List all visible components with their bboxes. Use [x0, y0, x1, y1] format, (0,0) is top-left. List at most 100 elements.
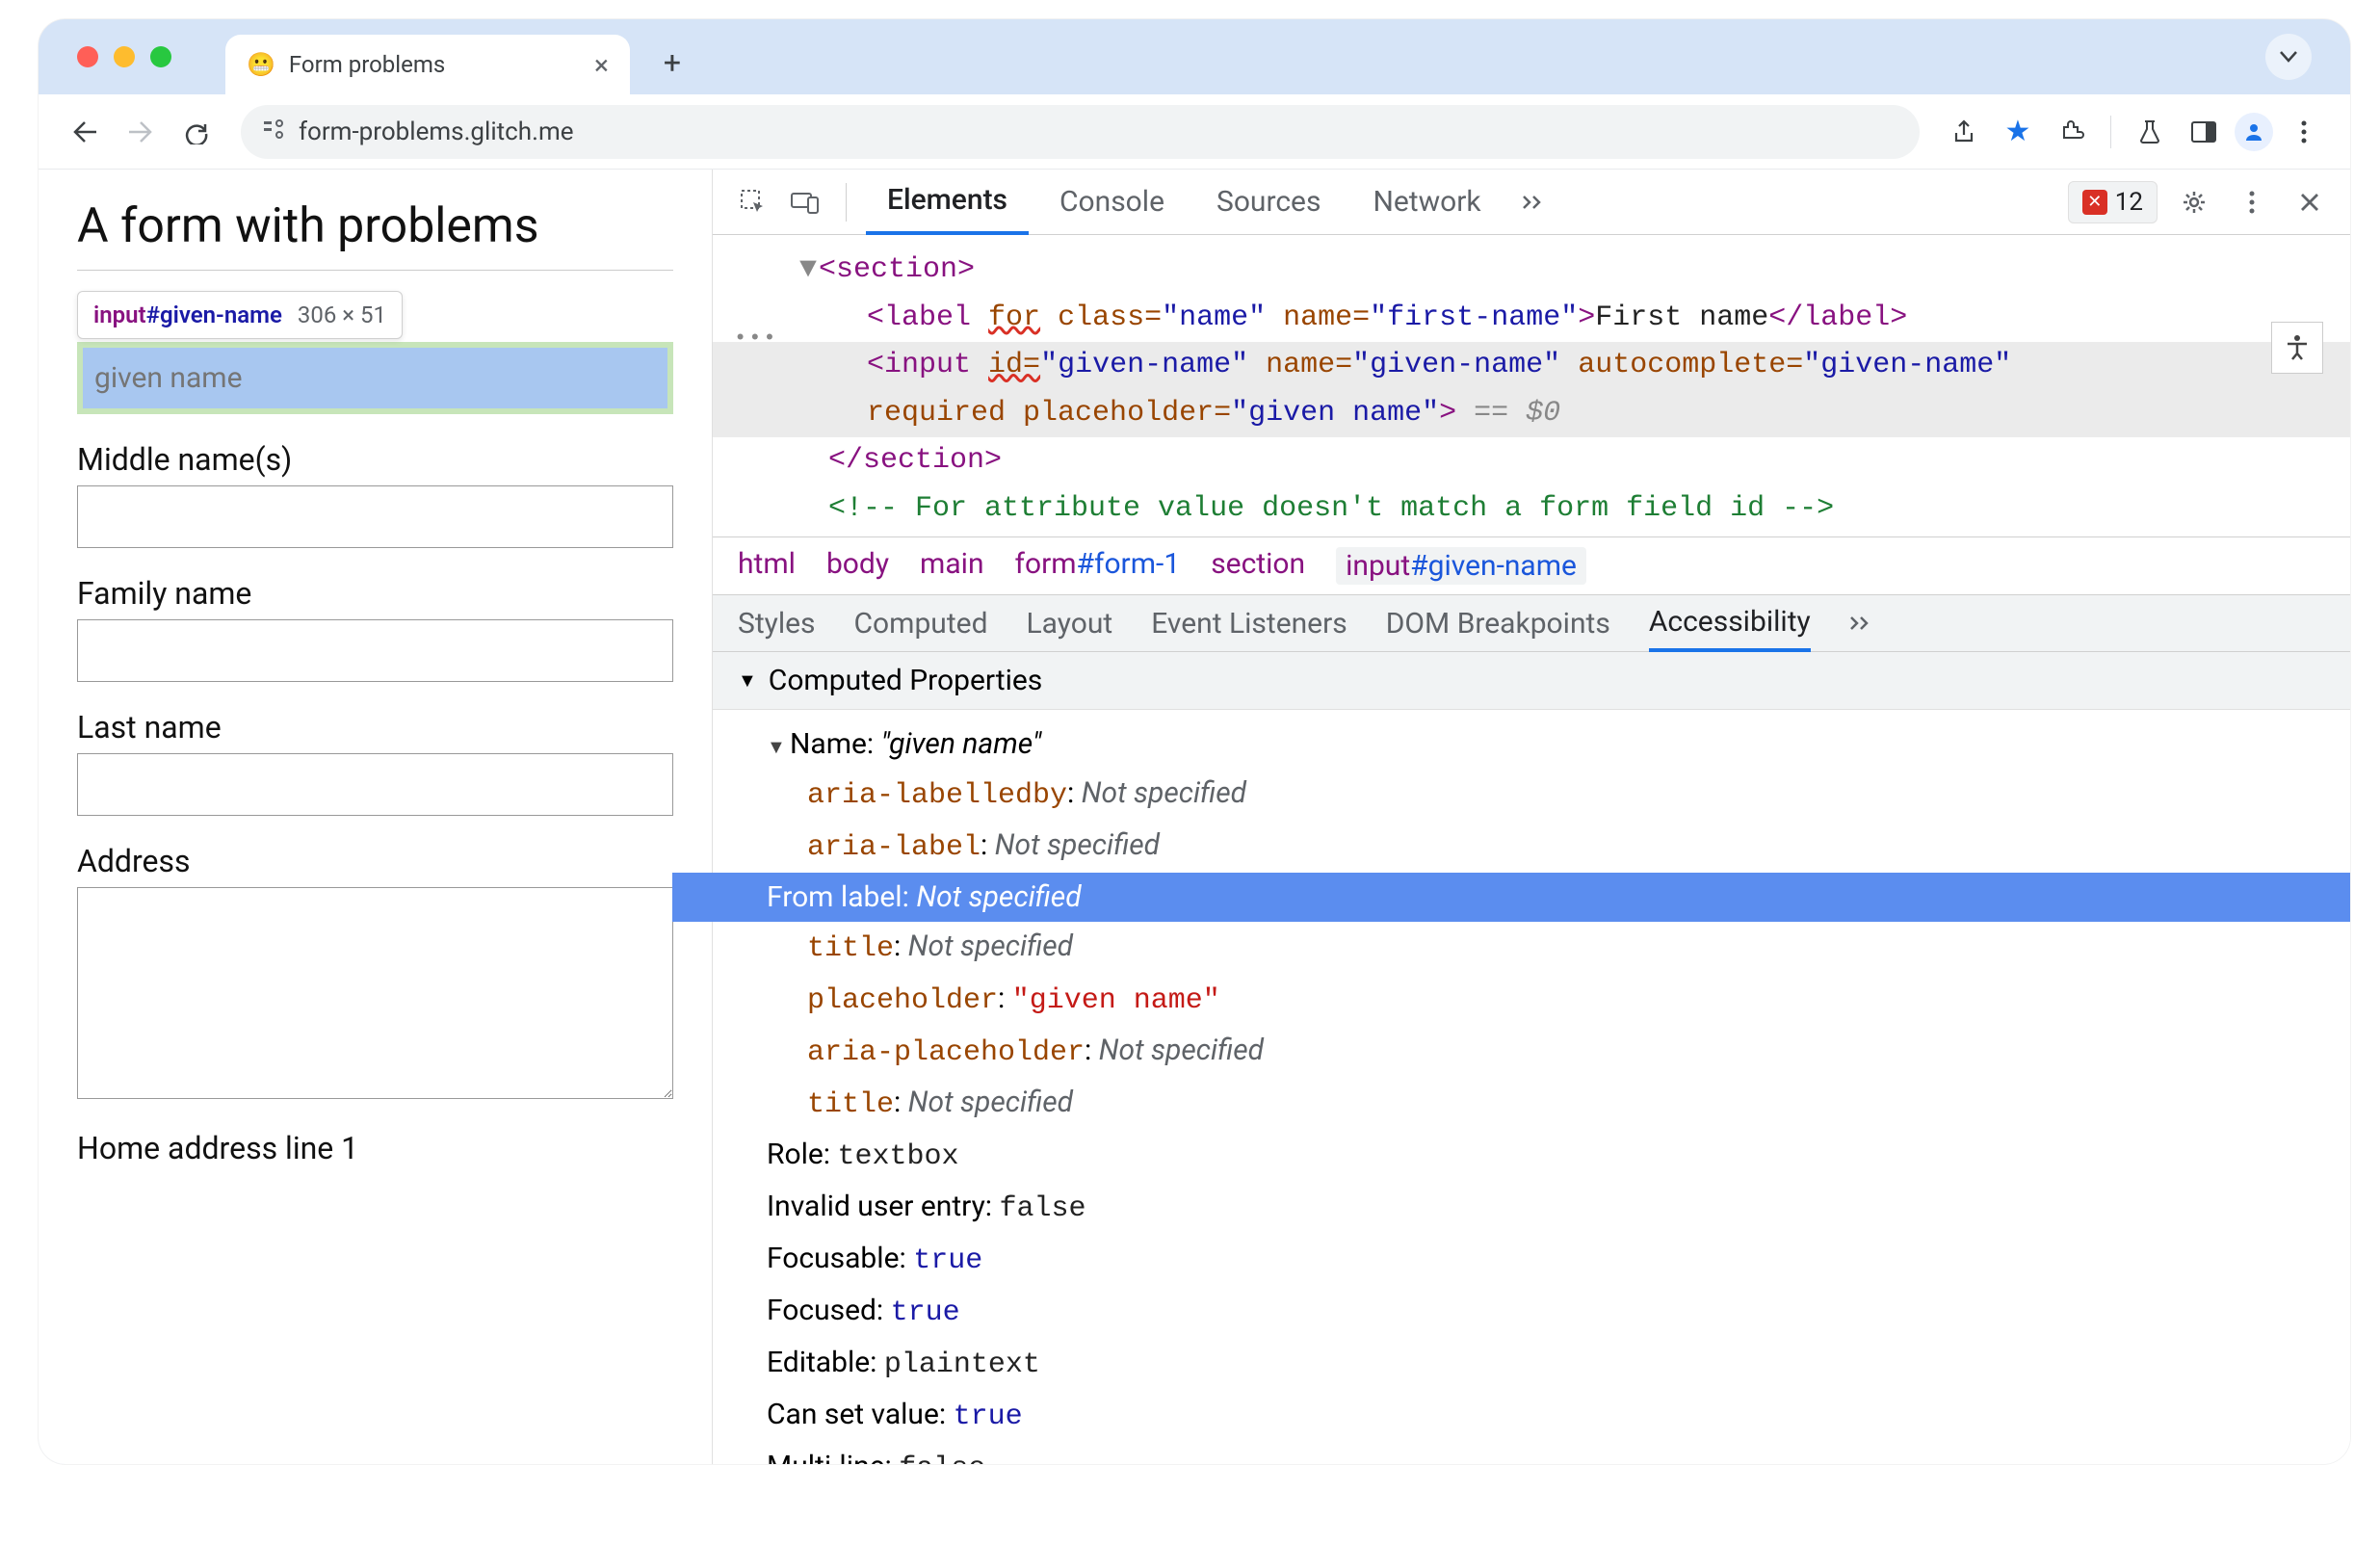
devtools-panel: Elements Console Sources Network ✕ 12	[713, 170, 2350, 1464]
given-name-input[interactable]	[83, 348, 667, 408]
prop-placeholder[interactable]: placeholder: "given name"	[767, 974, 2325, 1026]
browser-window: 😬 Form problems × + form-problems.glitch…	[39, 19, 2350, 1464]
page-title: A form with problems	[77, 198, 673, 271]
devices-icon	[791, 191, 820, 214]
reload-button[interactable]	[173, 109, 220, 155]
dom-row[interactable]: <label for class="name" name="first-name…	[828, 295, 2350, 343]
dom-row[interactable]: ▼<section>	[799, 247, 2350, 295]
tab-favicon: 😬	[247, 51, 275, 78]
browser-tab[interactable]: 😬 Form problems ×	[225, 35, 630, 94]
toolbar-divider	[2110, 116, 2111, 148]
window-controls	[77, 46, 171, 67]
label-last: Last name	[77, 709, 673, 746]
inspect-element-button[interactable]	[732, 189, 774, 216]
subtab-layout[interactable]: Layout	[1027, 594, 1113, 652]
subtab-dom-breakpoints[interactable]: DOM Breakpoints	[1386, 594, 1610, 652]
back-button[interactable]	[62, 109, 108, 155]
form-group-last: Last name	[77, 709, 673, 816]
tab-elements[interactable]: Elements	[866, 170, 1029, 235]
prop-role[interactable]: Role: textbox	[767, 1130, 2325, 1182]
tooltip-id: #given-name	[146, 301, 282, 328]
dom-row-selected[interactable]: <input id="given-name" name="given-name"…	[713, 342, 2350, 437]
address-bar[interactable]: form-problems.glitch.me	[241, 105, 1920, 159]
accessibility-tree-button[interactable]	[2271, 322, 2323, 374]
site-settings-icon[interactable]	[262, 118, 285, 145]
inspected-input-highlight	[77, 342, 673, 414]
error-icon: ✕	[2082, 190, 2107, 215]
form-group-home-line1: Home address line 1	[77, 1130, 673, 1166]
prop-aria-label[interactable]: aria-label: Not specified	[767, 821, 2325, 873]
close-window-button[interactable]	[77, 46, 98, 67]
forward-button[interactable]	[118, 109, 164, 155]
crumb-main[interactable]: main	[920, 547, 984, 585]
prop-from-label[interactable]: From label: Not specified	[672, 873, 2350, 922]
prop-aria-placeholder[interactable]: aria-placeholder: Not specified	[767, 1026, 2325, 1078]
devtools-menu-button[interactable]	[2231, 190, 2273, 215]
extensions-button[interactable]	[2049, 109, 2095, 155]
section-title: Computed Properties	[769, 664, 1042, 697]
elements-sub-tabs: Styles Computed Layout Event Listeners D…	[713, 594, 2350, 652]
puzzle-icon	[2059, 119, 2084, 144]
labs-button[interactable]	[2127, 109, 2173, 155]
middle-name-input[interactable]	[77, 485, 673, 548]
prop-title[interactable]: title: Not specified	[767, 922, 2325, 974]
devtools-close-button[interactable]	[2288, 192, 2331, 213]
arrow-right-icon	[128, 119, 153, 144]
dom-breadcrumb: html body main form#form-1 section input…	[713, 536, 2350, 594]
prop-multiline[interactable]: Multi-line: false	[767, 1442, 2325, 1464]
tab-network[interactable]: Network	[1351, 170, 1502, 235]
browser-toolbar: form-problems.glitch.me ★	[39, 94, 2350, 170]
inspect-tooltip: input#given-name 306 × 51	[77, 291, 403, 339]
last-name-input[interactable]	[77, 753, 673, 816]
crumb-html[interactable]: html	[738, 547, 796, 585]
prop-cansetvalue[interactable]: Can set value: true	[767, 1390, 2325, 1442]
prop-title-2[interactable]: title: Not specified	[767, 1078, 2325, 1130]
subtab-event-listeners[interactable]: Event Listeners	[1151, 594, 1347, 652]
crumb-input[interactable]: input#given-name	[1336, 547, 1586, 585]
subtab-more[interactable]	[1849, 594, 1872, 652]
new-tab-button[interactable]: +	[645, 36, 699, 90]
address-textarea[interactable]	[77, 887, 673, 1099]
form-group-family: Family name	[77, 575, 673, 682]
profile-button[interactable]	[2235, 113, 2273, 151]
prop-invalid[interactable]: Invalid user entry: false	[767, 1182, 2325, 1234]
crumb-section[interactable]: section	[1211, 547, 1305, 585]
devtools-settings-button[interactable]	[2173, 189, 2215, 216]
webpage-viewport: A form with problems input#given-name 30…	[39, 170, 713, 1464]
tab-list-button[interactable]	[2265, 34, 2312, 80]
computed-properties-body: ▼Name: "given name" aria-labelledby: Not…	[713, 710, 2350, 1464]
error-count-badge[interactable]: ✕ 12	[2068, 181, 2158, 223]
subtab-accessibility[interactable]: Accessibility	[1649, 594, 1811, 652]
tab-console[interactable]: Console	[1038, 170, 1186, 235]
more-tabs-button[interactable]	[1512, 195, 1555, 210]
tooltip-dimensions: 306 × 51	[298, 301, 386, 328]
reload-icon	[184, 119, 209, 144]
collapsed-indicator[interactable]: •••	[734, 322, 778, 356]
side-panel-button[interactable]	[2181, 109, 2227, 155]
share-button[interactable]	[1941, 109, 1987, 155]
dom-tree[interactable]: ••• ▼<section> <label for class="name" n…	[713, 235, 2350, 536]
prop-focused[interactable]: Focused: true	[767, 1286, 2325, 1338]
crumb-body[interactable]: body	[826, 547, 889, 585]
family-name-input[interactable]	[77, 619, 673, 682]
label-family: Family name	[77, 575, 673, 612]
bookmark-button[interactable]: ★	[1995, 109, 2041, 155]
close-tab-button[interactable]: ×	[594, 49, 609, 81]
subtab-computed[interactable]: Computed	[854, 594, 988, 652]
menu-button[interactable]	[2281, 109, 2327, 155]
computed-properties-header[interactable]: ▼ Computed Properties	[713, 652, 2350, 710]
prop-name[interactable]: ▼Name: "given name"	[767, 720, 2325, 769]
prop-focusable[interactable]: Focusable: true	[767, 1234, 2325, 1286]
close-icon	[2299, 192, 2320, 213]
disclosure-triangle-icon: ▼	[738, 668, 757, 693]
minimize-window-button[interactable]	[114, 46, 135, 67]
dom-row[interactable]: <!-- For attribute value doesn't match a…	[828, 485, 2350, 534]
device-toolbar-button[interactable]	[784, 191, 826, 214]
subtab-styles[interactable]: Styles	[738, 594, 816, 652]
prop-editable[interactable]: Editable: plaintext	[767, 1338, 2325, 1390]
crumb-form[interactable]: form#form-1	[1015, 547, 1181, 585]
tab-sources[interactable]: Sources	[1195, 170, 1342, 235]
dom-row[interactable]: </section>	[828, 437, 2350, 485]
prop-aria-labelledby[interactable]: aria-labelledby: Not specified	[767, 769, 2325, 821]
maximize-window-button[interactable]	[150, 46, 171, 67]
